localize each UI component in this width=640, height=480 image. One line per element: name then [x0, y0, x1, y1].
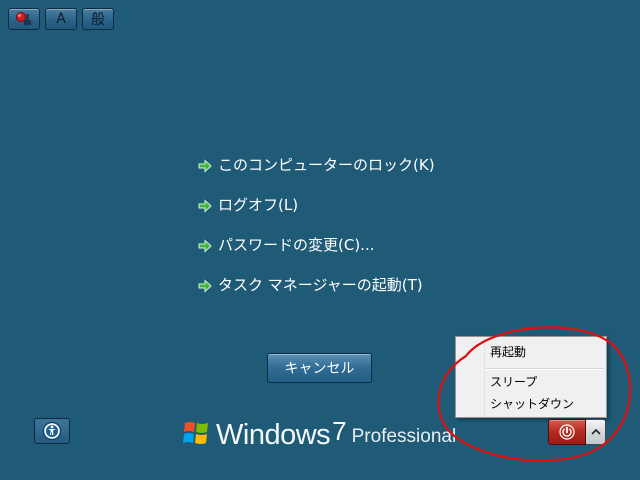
option-label: このコンピューターのロック(K) — [218, 156, 435, 174]
menu-item-restart[interactable]: 再起動 — [490, 344, 526, 360]
menu-gutter — [456, 337, 485, 417]
option-log-off[interactable]: ログオフ(L) — [198, 194, 435, 234]
green-arrow-icon — [198, 239, 212, 253]
menu-item-shutdown[interactable]: シャットダウン — [490, 396, 574, 412]
windows-branding: Windows 7 Professional — [182, 416, 456, 450]
cancel-button-label: キャンセル — [284, 361, 355, 377]
ime-mode-label: A — [56, 11, 66, 27]
windows-wordmark: Windows — [216, 419, 331, 451]
green-arrow-icon — [198, 199, 212, 213]
menu-separator — [486, 368, 604, 370]
ime-language-icon — [16, 12, 31, 25]
windows-version: 7 — [332, 416, 347, 446]
chevron-up-icon — [590, 428, 601, 435]
menu-item-sleep[interactable]: スリープ — [490, 374, 537, 390]
ime-input-button[interactable]: 般 — [82, 8, 114, 30]
green-arrow-icon — [198, 159, 212, 173]
ease-of-access-icon — [42, 421, 62, 441]
option-label: パスワードの変更(C)... — [218, 236, 375, 254]
green-arrow-icon — [198, 279, 212, 293]
windows-edition: Professional — [351, 426, 457, 447]
option-lock-computer[interactable]: このコンピューターのロック(K) — [198, 154, 435, 194]
option-task-manager[interactable]: タスク マネージャーの起動(T) — [198, 274, 435, 314]
security-options-list: このコンピューターのロック(K) ログオフ(L) パスワードの変更(C)... … — [198, 154, 435, 314]
ime-mode-button[interactable]: A — [45, 8, 77, 30]
ease-of-access-button[interactable] — [34, 418, 70, 444]
option-label: ログオフ(L) — [218, 196, 299, 214]
option-change-password[interactable]: パスワードの変更(C)... — [198, 234, 435, 274]
shutdown-button[interactable] — [548, 419, 586, 445]
ime-language-button[interactable] — [8, 8, 40, 30]
shutdown-options-button[interactable] — [586, 419, 606, 445]
ime-toolbar: A 般 — [8, 8, 114, 30]
cancel-button[interactable]: キャンセル — [267, 353, 372, 383]
windows-logo-icon — [183, 422, 208, 444]
ime-input-label: 般 — [91, 12, 105, 28]
power-icon — [559, 424, 575, 440]
shutdown-options-menu: 再起動 スリープ シャットダウン — [455, 336, 607, 418]
option-label: タスク マネージャーの起動(T) — [218, 276, 423, 294]
